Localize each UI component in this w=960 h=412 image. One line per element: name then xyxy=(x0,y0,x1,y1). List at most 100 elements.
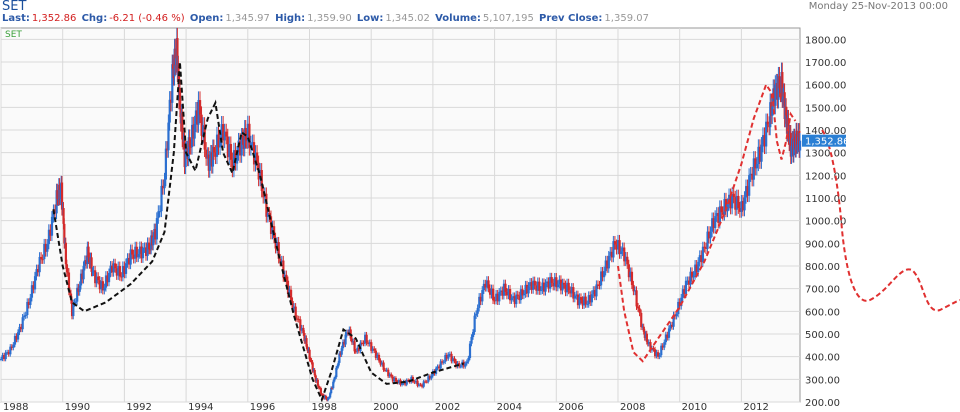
candle-body xyxy=(475,313,478,316)
candle-body xyxy=(538,281,541,291)
y-tick-label: 1500.00 xyxy=(805,103,846,114)
candle-body xyxy=(157,211,160,219)
candle-body xyxy=(46,244,49,252)
candle-body xyxy=(442,361,445,363)
candle-body xyxy=(468,343,472,359)
candle-body xyxy=(550,277,553,283)
candle-body xyxy=(579,297,583,300)
candle-body xyxy=(692,275,695,278)
candle-body xyxy=(470,337,473,344)
candle-body xyxy=(155,218,158,240)
y-tick-label: 600.00 xyxy=(805,307,840,318)
y-tick-label: 700.00 xyxy=(805,285,840,296)
candle-body xyxy=(586,304,589,306)
candle-body xyxy=(473,315,476,333)
candle-body xyxy=(97,276,100,281)
candle-body xyxy=(103,287,106,291)
x-tick-label: 1990 xyxy=(65,402,90,412)
candle-body xyxy=(390,374,393,377)
candle-body xyxy=(755,164,759,169)
candle-body xyxy=(732,193,735,198)
candle-body xyxy=(663,342,666,348)
candle-body xyxy=(476,307,479,314)
candle-body xyxy=(198,100,202,115)
legend-label: SET xyxy=(5,30,22,40)
x-tick-label: 1988 xyxy=(3,402,28,412)
candle-body xyxy=(0,358,3,360)
candle-body xyxy=(590,294,593,303)
x-tick-label: 1996 xyxy=(250,402,275,412)
candle-body xyxy=(377,354,381,361)
candle-body xyxy=(487,280,490,289)
candle-body xyxy=(41,259,44,261)
candle-body xyxy=(760,144,763,162)
candle-body xyxy=(118,266,121,277)
candle-body xyxy=(635,290,638,307)
candle-body xyxy=(613,241,617,245)
candle-body xyxy=(510,298,513,301)
candle-body xyxy=(107,272,111,283)
candle-body xyxy=(425,381,428,383)
x-tick-label: 2006 xyxy=(558,402,583,412)
x-tick-label: 1992 xyxy=(126,402,151,412)
x-tick-label: 2002 xyxy=(435,402,460,412)
candle-body xyxy=(481,290,484,302)
candle-body xyxy=(748,175,751,196)
candle-body xyxy=(430,375,433,379)
y-tick-label: 900.00 xyxy=(805,239,840,250)
candle-body xyxy=(131,249,134,255)
candle-body xyxy=(401,383,404,385)
candle-body xyxy=(652,348,655,350)
candle-body xyxy=(141,247,145,259)
y-tick-label: 1700.00 xyxy=(805,58,846,69)
candle-body xyxy=(626,256,629,265)
candle-body xyxy=(573,295,576,299)
candle-body xyxy=(229,144,233,160)
y-tick-label: 300.00 xyxy=(805,375,840,386)
x-axis-labels: 1988 1990 1992 1994 1996 1998 2000 2002 2004 2006… xyxy=(3,402,769,412)
candle-body xyxy=(504,283,507,292)
candle-body xyxy=(667,328,671,338)
candle-body xyxy=(743,197,746,211)
candle-body xyxy=(160,185,163,212)
candle-body xyxy=(584,296,587,305)
candle-body xyxy=(720,206,723,213)
candle-body xyxy=(137,253,140,258)
candle-body xyxy=(737,195,740,208)
candle-body xyxy=(4,352,7,360)
candle-body xyxy=(533,280,536,286)
candle-body xyxy=(492,288,495,301)
candle-body xyxy=(212,147,216,153)
candle-body xyxy=(29,297,32,305)
candle-body xyxy=(799,140,802,151)
x-tick-label: 2008 xyxy=(620,402,645,412)
candle-body xyxy=(114,263,117,269)
candle-body xyxy=(658,355,661,357)
candle-body xyxy=(21,317,24,330)
x-tick-label: 1998 xyxy=(311,402,336,412)
price-chart[interactable]: 200.00 300.00 400.00 500.00 600.00 700.00 800.… xyxy=(0,0,960,412)
candle-body xyxy=(640,312,643,328)
current-price-label: 1,352.86 xyxy=(805,137,850,148)
candle-body xyxy=(539,290,543,292)
y-tick-label: 1200.00 xyxy=(805,171,846,182)
candle-body xyxy=(701,246,705,263)
candle-body xyxy=(467,358,470,362)
x-tick-label: 2010 xyxy=(682,402,707,412)
candle-body xyxy=(522,293,526,296)
candle-body xyxy=(453,358,456,362)
candle-body xyxy=(544,283,547,292)
current-price-marker: 1,352.86 xyxy=(802,134,850,148)
candle-body xyxy=(447,354,450,359)
candle-body xyxy=(567,282,570,291)
candle-body xyxy=(607,255,610,269)
candle-body xyxy=(12,344,15,348)
candle-body xyxy=(709,231,712,239)
candle-body xyxy=(354,351,357,353)
candle-body xyxy=(595,284,598,297)
candle-body xyxy=(684,280,688,295)
y-tick-label: 1600.00 xyxy=(805,81,846,92)
candle-body xyxy=(40,256,43,260)
candle-body xyxy=(563,282,566,285)
candle-body xyxy=(33,276,37,290)
